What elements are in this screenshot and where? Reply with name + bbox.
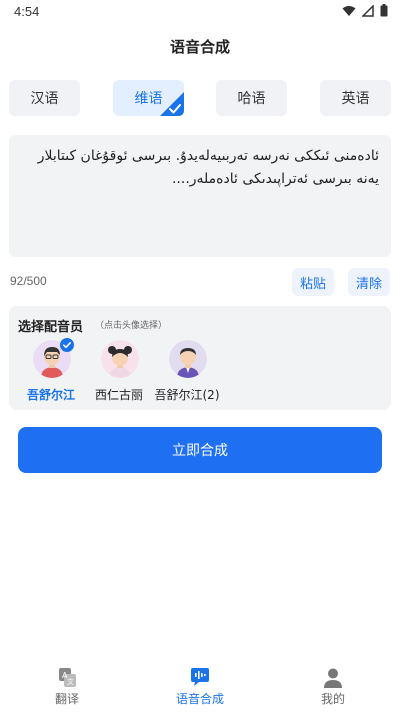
text-input-area[interactable]: ئادەمنى ئىككى نەرسە تەربىيەلەيدۇ. بىرسى … [9, 135, 391, 257]
male-avatar-icon [169, 340, 207, 378]
lang-label: 哈语 [237, 91, 266, 107]
clear-button[interactable]: 清除 [348, 268, 390, 296]
svg-text:文: 文 [67, 677, 74, 686]
wifi-icon [342, 5, 356, 16]
status-time: 4:54 [14, 4, 40, 19]
voice-name: 吾舒尔江(2) [154, 388, 220, 402]
female-avatar-icon [101, 340, 139, 378]
tab-label: 语音合成 [175, 692, 224, 706]
tab-voice-synthesis[interactable]: 语音合成 [160, 666, 240, 710]
status-icons [342, 4, 388, 17]
profile-icon [324, 668, 342, 688]
status-bar: 4:54 [0, 0, 400, 24]
tab-label: 我的 [320, 692, 345, 706]
translate-icon: A 文 [59, 668, 76, 687]
voice-actor-panel: 选择配音员 （点击头像选择） 吾舒尔江 西仁古丽 吾舒尔江(2) [9, 306, 391, 410]
voice-option[interactable]: 吾舒尔江(2) [147, 340, 227, 406]
lang-button-english[interactable]: 英语 [320, 80, 391, 116]
avatar[interactable] [101, 340, 139, 378]
input-text: ئادەمنى ئىككى نەرسە تەربىيەلەيدۇ. بىرسى … [37, 148, 379, 187]
voice-panel-title: 选择配音员 [18, 320, 84, 335]
voice-synthesis-icon [191, 668, 209, 686]
lang-button-kazakh[interactable]: 哈语 [216, 80, 287, 116]
voice-panel-hint: （点击头像选择） [95, 321, 168, 331]
tab-label: 翻译 [54, 692, 79, 706]
synthesize-button[interactable]: 立即合成 [18, 427, 382, 473]
language-selector: 汉语 维语 哈语 英语 [9, 80, 391, 116]
selected-check-icon [60, 338, 74, 352]
paste-button[interactable]: 粘贴 [292, 268, 334, 296]
tab-profile[interactable]: 我的 [293, 666, 373, 710]
bottom-tab-bar: A 文 翻译 语音合成 我的 [0, 664, 400, 712]
char-counter: 92/500 [10, 274, 47, 288]
selected-check-icon [160, 92, 184, 116]
lang-label: 英语 [341, 91, 370, 107]
page-title: 语音合成 [169, 38, 230, 56]
lang-button-chinese[interactable]: 汉语 [9, 80, 80, 116]
lang-button-uyghur[interactable]: 维语 [113, 80, 184, 116]
battery-icon [380, 4, 388, 17]
tab-translate[interactable]: A 文 翻译 [27, 666, 107, 710]
signal-icon [362, 4, 374, 17]
avatar[interactable] [169, 340, 207, 378]
lang-label: 汉语 [30, 91, 59, 107]
